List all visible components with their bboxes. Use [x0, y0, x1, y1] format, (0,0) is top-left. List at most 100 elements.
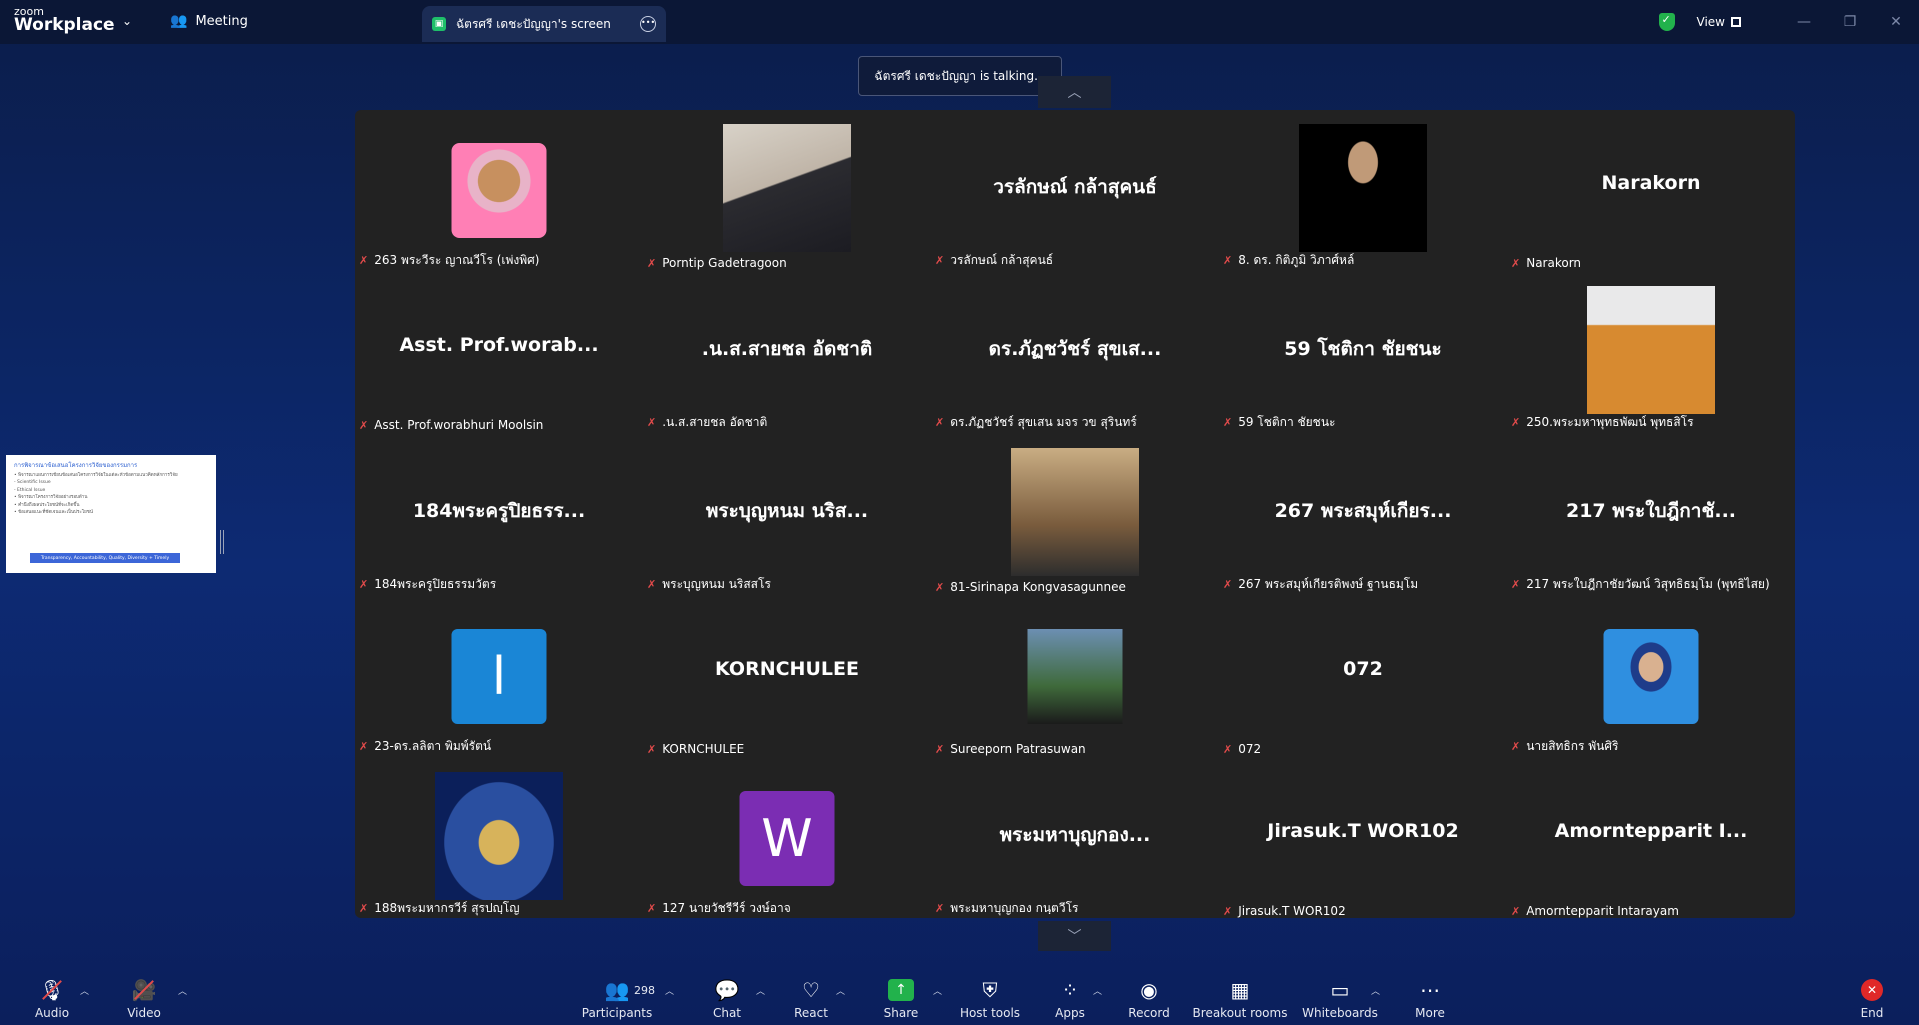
- participants-options-caret[interactable]: ︿: [665, 984, 674, 997]
- participant-tile[interactable]: พระมหาบุญกอง... ✗ พระมหาบุญกอง กนฺตวีโร: [931, 758, 1219, 918]
- participant-name: 81-Sirinapa Kongvasagunnee: [950, 580, 1126, 594]
- slide-line: - Scientific Issue: [14, 480, 51, 486]
- more-button[interactable]: ⋯ More: [1390, 978, 1470, 1020]
- record-button[interactable]: ◉ Record: [1109, 978, 1189, 1020]
- mic-muted-icon: ✗: [1511, 416, 1521, 429]
- minimize-icon[interactable]: —: [1781, 14, 1827, 30]
- audio-label: Audio: [34, 1006, 70, 1020]
- participant-tile[interactable]: Narakorn ✗ Narakorn: [1507, 110, 1795, 272]
- participant-display-name: วรลักษณ์ กล้าสุคนธ์: [993, 176, 1157, 198]
- more-options-icon[interactable]: •••: [640, 16, 656, 32]
- mic-muted-icon: ✗: [935, 254, 945, 267]
- participant-tile[interactable]: W ✗ 127 นายวัชรีวีร์ วงษ์อาจ: [643, 758, 931, 918]
- participants-label: Participants: [581, 1006, 653, 1020]
- participant-display-name: Amorntepparit I...: [1554, 820, 1748, 842]
- security-shield-icon[interactable]: [1658, 13, 1675, 31]
- participant-tile[interactable]: KORNCHULEE ✗ KORNCHULEE: [643, 596, 931, 758]
- tab-meeting[interactable]: 👥 Meeting: [170, 13, 248, 29]
- mic-muted-icon: ✗: [359, 254, 369, 267]
- participant-tile[interactable]: 184พระครูปิยธรร... ✗ 184พระครูปิยธรรมวัตร: [355, 434, 643, 596]
- host-tools-button[interactable]: ⛨ Host tools: [950, 978, 1030, 1020]
- video-options-caret[interactable]: ︿: [178, 984, 187, 997]
- apps-options-caret[interactable]: ︿: [1093, 984, 1102, 997]
- share-button[interactable]: ↑ Share: [861, 978, 941, 1020]
- participant-name-label: ✗ KORNCHULEE: [647, 742, 744, 756]
- end-label: End: [1860, 1006, 1884, 1020]
- react-label: React: [794, 1006, 828, 1020]
- participant-tile[interactable]: 59 โชติกา ชัยชนะ ✗ 59 โชติกา ชัยชนะ: [1219, 272, 1507, 434]
- title-bar: zoom Workplace ⌄ 👥 Meeting ▣ ฉัตรศรี เดช…: [0, 0, 1919, 44]
- participant-tile[interactable]: l ✗ 23-ดร.ลลิตา พิมพ์รัตน์: [355, 596, 643, 758]
- participant-tile[interactable]: .น.ส.สายชล อัดชาติ ✗ .น.ส.สายชล อัดชาติ: [643, 272, 931, 434]
- host-tools-label: Host tools: [959, 1006, 1021, 1020]
- mic-muted-icon: ✗: [1223, 578, 1233, 591]
- participant-name: วรลักษณ์ กล้าสุคนธ์: [950, 253, 1054, 267]
- whiteboards-options-caret[interactable]: ︿: [1371, 984, 1380, 997]
- chevron-down-icon[interactable]: ⌄: [122, 14, 132, 28]
- chat-label: Chat: [712, 1006, 742, 1020]
- chevron-up-icon: ︿: [1067, 85, 1082, 101]
- participant-name: 127 นายวัชรีวีร์ วงษ์อาจ: [662, 901, 791, 915]
- share-options-caret[interactable]: ︿: [933, 984, 942, 997]
- participant-name-label: ✗ 127 นายวัชรีวีร์ วงษ์อาจ: [647, 899, 791, 918]
- collapse-up-button[interactable]: ︿: [1038, 76, 1111, 108]
- shield-icon: ⛨: [982, 978, 998, 1002]
- participant-name: 217 พระใบฎีกาชัยวัฒน์ วิสุทธิธมฺโม (พุทธ…: [1526, 577, 1770, 591]
- chat-button[interactable]: 💬 Chat: [687, 978, 767, 1020]
- participant-tile[interactable]: 217 พระใบฎีกาชั... ✗ 217 พระใบฎีกาชัยวัฒน์…: [1507, 434, 1795, 596]
- participant-tile[interactable]: ✗ 81-Sirinapa Kongvasagunnee: [931, 434, 1219, 596]
- participant-tile[interactable]: Jirasuk.T WOR102 ✗ Jirasuk.T WOR102: [1219, 758, 1507, 918]
- apps-icon: ⁘: [1061, 978, 1079, 1002]
- maximize-icon[interactable]: ❐: [1827, 14, 1873, 30]
- mic-muted-icon: ✗: [647, 416, 657, 429]
- participant-tile[interactable]: ✗ 250.พระมหาพุทธพัฒน์ พุทธสิโร: [1507, 272, 1795, 434]
- participant-tile[interactable]: Asst. Prof.worab... ✗ Asst. Prof.worabhuri…: [355, 272, 643, 434]
- participant-display-name: 072: [1343, 658, 1383, 680]
- participant-name: Jirasuk.T WOR102: [1238, 904, 1346, 918]
- participant-name-label: ✗ 188พระมหากรวีร์ สุรปญฺโญ: [359, 899, 519, 918]
- mic-muted-icon: ✗: [935, 902, 945, 915]
- participant-tile[interactable]: พระบุญหนม นริส... ✗ พระบุญหนม นริสสโร: [643, 434, 931, 596]
- thumbnail-drag-handle[interactable]: [220, 530, 224, 554]
- participant-name: Amorntepparit Intarayam: [1526, 904, 1679, 918]
- participant-tile[interactable]: ✗ 263 พระวีระ ญาณวีโร (เพ่งพิศ): [355, 110, 643, 272]
- zoom-workplace-logo[interactable]: zoom Workplace: [14, 6, 115, 34]
- slide-title: การพิจารณาข้อเสนอโครงการวิจัยของกรรมการ: [14, 462, 138, 469]
- chat-options-caret[interactable]: ︿: [756, 984, 765, 997]
- chevron-down-icon: ﹀: [1067, 929, 1082, 945]
- participant-name-label: ✗ Porntip Gadetragoon: [647, 256, 787, 270]
- participant-tile[interactable]: ✗ นายสิทธิกร พันศิริ: [1507, 596, 1795, 758]
- participant-tile[interactable]: 267 พระสมุห์เกียร... ✗ 267 พระสมุห์เกียรติ…: [1219, 434, 1507, 596]
- mic-muted-icon: ✗: [647, 578, 657, 591]
- view-button[interactable]: View: [1697, 15, 1741, 29]
- participant-name: 250.พระมหาพุทธพัฒน์ พุทธสิโร: [1526, 415, 1694, 429]
- participant-tile[interactable]: Amorntepparit I... ✗ Amorntepparit Intaray…: [1507, 758, 1795, 918]
- participant-name-label: ✗ 267 พระสมุห์เกียรติพงษ์ ฐานธมฺโม: [1223, 575, 1418, 594]
- whiteboards-button[interactable]: ▭ Whiteboards: [1300, 978, 1380, 1020]
- participant-tile[interactable]: 072 ✗ 072: [1219, 596, 1507, 758]
- participant-tile[interactable]: ดร.ภัฏชวัชร์ สุขเส... ✗ ดร.ภัฏชวัชร์ สุขเส…: [931, 272, 1219, 434]
- participant-name-label: ✗ วรลักษณ์ กล้าสุคนธ์: [935, 251, 1053, 270]
- participant-video: [1027, 629, 1123, 724]
- tab-shared-screen[interactable]: ▣ ฉัตรศรี เดชะปัญญา's screen •••: [422, 6, 666, 42]
- participant-tile[interactable]: ✗ 8. ดร. กิติภูมิ วิภาศ์หล์: [1219, 110, 1507, 272]
- participant-avatar: W: [739, 791, 835, 886]
- audio-options-caret[interactable]: ︿: [80, 984, 89, 997]
- react-options-caret[interactable]: ︿: [836, 984, 845, 997]
- participant-name: Sureeporn Patrasuwan: [950, 742, 1086, 756]
- collapse-down-button[interactable]: ﹀: [1038, 921, 1111, 951]
- participant-tile[interactable]: ✗ Sureeporn Patrasuwan: [931, 596, 1219, 758]
- participant-name: 184พระครูปิยธรรมวัตร: [374, 577, 497, 591]
- end-button[interactable]: ✕ End: [1832, 978, 1912, 1020]
- participant-tile[interactable]: ✗ 188พระมหากรวีร์ สุรปญฺโญ: [355, 758, 643, 918]
- participant-tile[interactable]: วรลักษณ์ กล้าสุคนธ์ ✗ วรลักษณ์ กล้าสุคนธ์: [931, 110, 1219, 272]
- breakout-rooms-button[interactable]: ▦ Breakout rooms: [1193, 978, 1288, 1020]
- video-button[interactable]: 🎥 Video: [104, 978, 184, 1020]
- participant-tile[interactable]: ✗ Porntip Gadetragoon: [643, 110, 931, 272]
- screen-share-icon: ▣: [432, 17, 446, 31]
- meeting-tab-label: Meeting: [195, 13, 248, 29]
- meeting-toolbar: 🎙 Audio ︿ 🎥 Video ︿ 👥 Participants 298 ︿…: [0, 978, 1919, 1025]
- close-icon[interactable]: ✕: [1873, 14, 1919, 30]
- shared-screen-thumbnail[interactable]: การพิจารณาข้อเสนอโครงการวิจัยของกรรมการ …: [6, 455, 216, 573]
- participant-name: 188พระมหากรวีร์ สุรปญฺโญ: [374, 901, 520, 915]
